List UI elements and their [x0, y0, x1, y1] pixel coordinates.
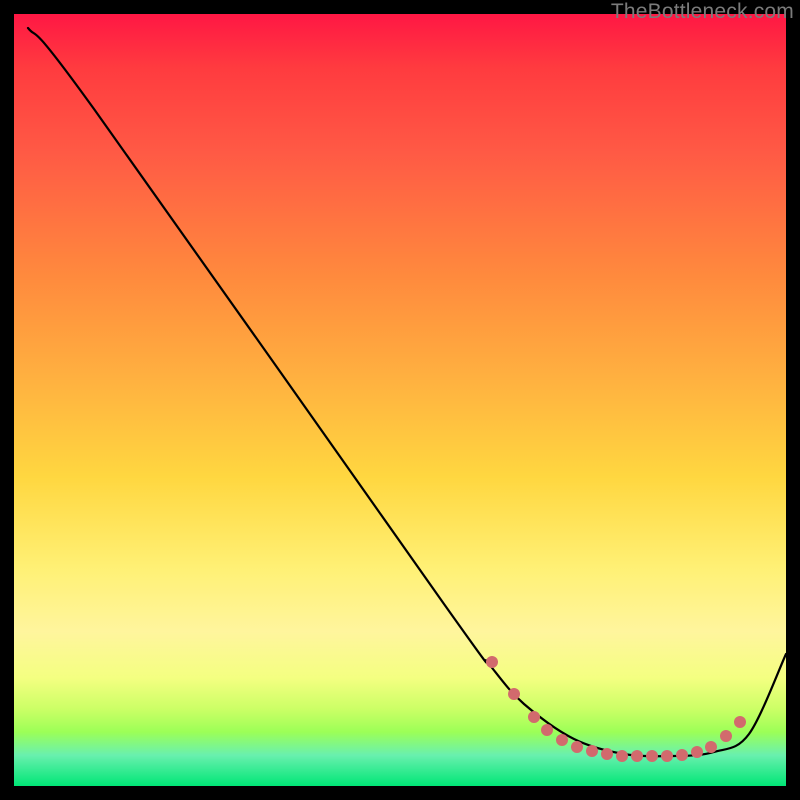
watermark-text: TheBottleneck.com — [611, 0, 794, 24]
heat-gradient-background — [14, 14, 786, 786]
plot-frame — [14, 14, 786, 786]
